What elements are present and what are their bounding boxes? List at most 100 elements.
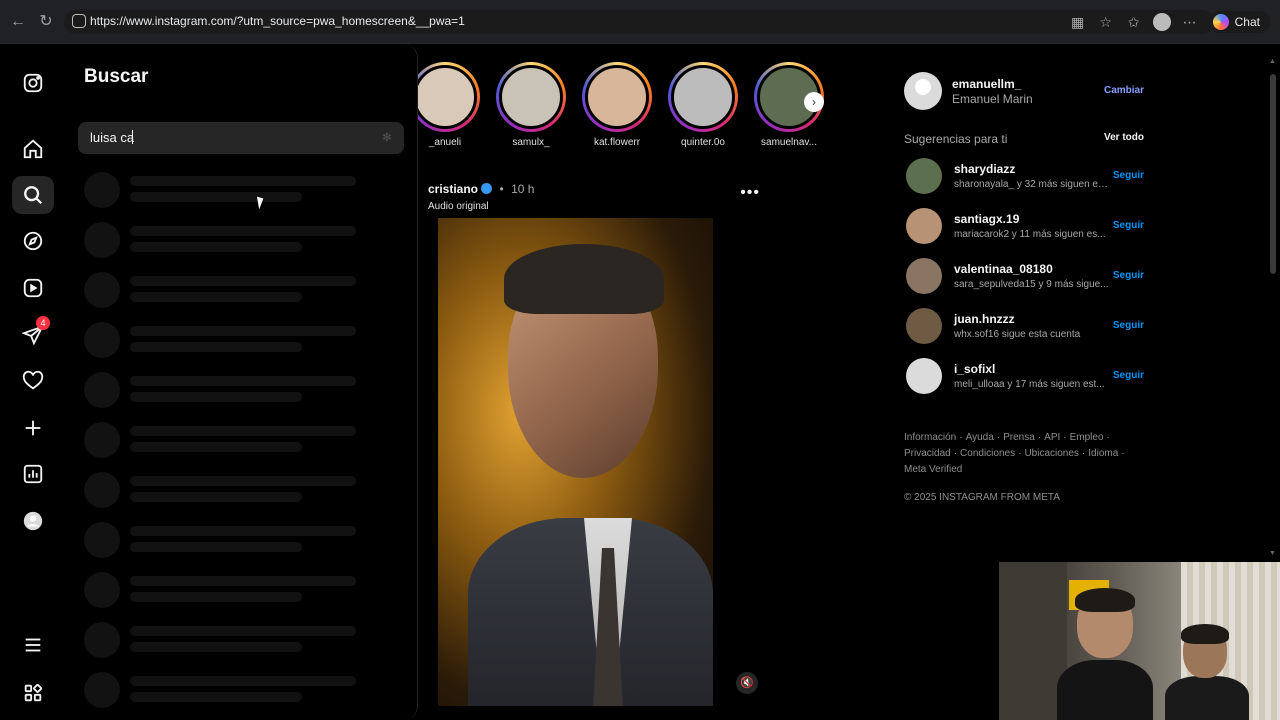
- create-plus-icon[interactable]: [12, 409, 54, 447]
- messages-icon[interactable]: 4: [12, 316, 54, 354]
- suggestion-avatar[interactable]: [906, 158, 942, 194]
- follow-button[interactable]: Seguir: [1113, 370, 1144, 381]
- footer-link[interactable]: Ubicaciones: [1024, 448, 1078, 459]
- more-menu-icon[interactable]: ⋯: [1181, 13, 1199, 31]
- loading-result-placeholder: [84, 522, 394, 562]
- search-panel: Buscar luisa ca ✻: [66, 44, 418, 720]
- footer-link[interactable]: API: [1044, 432, 1060, 443]
- copyright: © 2025 INSTAGRAM FROM META: [904, 492, 1060, 503]
- favorites-icon[interactable]: ✩: [1125, 13, 1143, 31]
- follow-button[interactable]: Seguir: [1113, 220, 1144, 231]
- story-avatar: [585, 65, 649, 129]
- search-input[interactable]: luisa ca ✻: [78, 122, 404, 154]
- suggestion-username[interactable]: sharydiazz: [954, 162, 1015, 176]
- footer-separator: ·: [1106, 432, 1110, 443]
- search-title: Buscar: [84, 66, 149, 87]
- suggestion-subtitle: meli_ulloaa y 17 más siguen est...: [954, 379, 1105, 390]
- site-info-icon[interactable]: [72, 14, 86, 28]
- story-avatar: [499, 65, 563, 129]
- home-icon[interactable]: [12, 130, 54, 168]
- url-text: https://www.instagram.com/?utm_source=pw…: [90, 14, 465, 28]
- reels-icon[interactable]: [12, 269, 54, 307]
- suggestion-username[interactable]: valentinaa_08180: [954, 262, 1053, 276]
- footer-link[interactable]: Ayuda: [966, 432, 994, 443]
- scrollbar-thumb[interactable]: [1270, 74, 1276, 274]
- follow-button[interactable]: Seguir: [1113, 170, 1144, 181]
- switch-account-link[interactable]: Cambiar: [1104, 85, 1144, 96]
- post-username[interactable]: cristiano: [428, 182, 478, 196]
- footer-separator: ·: [1081, 448, 1086, 459]
- suggestion-username[interactable]: i_sofixl: [954, 362, 995, 376]
- footer-separator: ·: [996, 432, 1001, 443]
- suggestion-avatar[interactable]: [906, 208, 942, 244]
- footer-link[interactable]: Condiciones: [960, 448, 1015, 459]
- footer-link[interactable]: Información: [904, 432, 956, 443]
- copilot-icon: [1212, 14, 1229, 30]
- suggestion-subtitle: mariacarok2 y 11 más siguen es...: [954, 229, 1106, 240]
- suggestion-avatar[interactable]: [906, 358, 942, 394]
- apps-icon[interactable]: ▦: [1069, 13, 1087, 31]
- menu-icon[interactable]: [12, 626, 54, 664]
- explore-icon[interactable]: [12, 222, 54, 260]
- account-full-name: Emanuel Marin: [952, 92, 1033, 106]
- footer-link[interactable]: Privacidad: [904, 448, 951, 459]
- loading-spinner-icon: ✻: [382, 132, 392, 144]
- footer-link[interactable]: Prensa: [1003, 432, 1035, 443]
- profile-icon[interactable]: [12, 502, 54, 540]
- profile-avatar[interactable]: [1152, 13, 1171, 31]
- video-frame: [438, 218, 713, 706]
- footer-links: Información · Ayuda · Prensa · API · Empleo · Priv…: [904, 430, 1134, 478]
- favorite-star-icon[interactable]: ☆: [1097, 13, 1115, 31]
- story-username: _anueli: [428, 137, 462, 148]
- suggestion-username[interactable]: juan.hnzzz: [954, 312, 1015, 326]
- post-video[interactable]: 🔇: [418, 218, 770, 706]
- browser-toolbar: ← ↻ https://www.instagram.com/?utm_sourc…: [0, 0, 1280, 44]
- search-icon[interactable]: [12, 176, 54, 214]
- loading-result-placeholder: [84, 222, 394, 262]
- suggestion-avatar[interactable]: [906, 258, 942, 294]
- page-scrollbar[interactable]: ▲ ▼: [1266, 44, 1280, 562]
- post-options-icon[interactable]: •••: [740, 184, 760, 202]
- story-avatar: [671, 65, 735, 129]
- instagram-logo-icon[interactable]: [12, 64, 54, 102]
- dashboard-icon[interactable]: [12, 455, 54, 493]
- footer-link[interactable]: Meta Verified: [904, 464, 962, 475]
- story-ring: [418, 62, 480, 132]
- story-username: samulx_: [512, 137, 550, 148]
- webcam-person: [1057, 588, 1153, 720]
- reload-icon[interactable]: ↻: [36, 12, 56, 32]
- account-avatar[interactable]: [904, 72, 942, 110]
- suggestion-username[interactable]: santiagx.19: [954, 212, 1019, 226]
- apps-grid-icon[interactable]: [12, 674, 54, 712]
- footer-link[interactable]: Empleo: [1070, 432, 1104, 443]
- copilot-chat-button[interactable]: Chat: [1208, 11, 1270, 33]
- footer-separator: ·: [959, 432, 963, 443]
- back-icon[interactable]: ←: [8, 12, 28, 32]
- mute-icon[interactable]: 🔇: [736, 672, 758, 694]
- story-username: quinter.0o: [681, 137, 725, 148]
- post-audio[interactable]: Audio original: [428, 201, 768, 212]
- notifications-heart-icon[interactable]: [12, 362, 54, 400]
- loading-result-placeholder: [84, 672, 394, 712]
- account-username[interactable]: emanuellm_: [952, 77, 1021, 91]
- scroll-down-icon[interactable]: ▼: [1269, 550, 1277, 558]
- footer-separator: ·: [1063, 432, 1067, 443]
- follow-button[interactable]: Seguir: [1113, 320, 1144, 331]
- footer-link[interactable]: Idioma: [1088, 448, 1118, 459]
- suggestion-avatar[interactable]: [906, 308, 942, 344]
- address-bar[interactable]: https://www.instagram.com/?utm_source=pw…: [64, 10, 1214, 34]
- follow-button[interactable]: Seguir: [1113, 270, 1144, 281]
- stories-next-button[interactable]: ›: [804, 92, 824, 112]
- footer-separator: ·: [1037, 432, 1042, 443]
- loading-result-placeholder: [84, 472, 394, 512]
- webcam-overlay: [999, 562, 1280, 720]
- story-item[interactable]: samulx_: [492, 62, 570, 148]
- footer-separator: ·: [953, 448, 958, 459]
- story-item[interactable]: _anueli: [418, 62, 484, 148]
- story-item[interactable]: quinter.0o: [664, 62, 742, 148]
- see-all-link[interactable]: Ver todo: [1104, 132, 1144, 143]
- hair: [504, 244, 664, 314]
- story-username: kat.flowerr: [593, 137, 641, 148]
- story-item[interactable]: kat.flowerr: [578, 62, 656, 148]
- scroll-up-icon[interactable]: ▲: [1269, 58, 1277, 66]
